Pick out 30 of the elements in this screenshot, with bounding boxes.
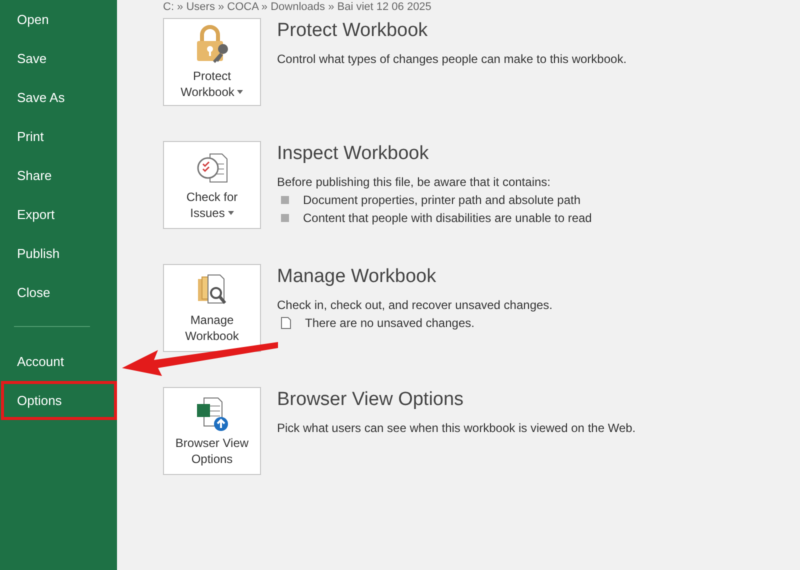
workbook-action-button[interactable]: Manage Workbook <box>163 264 261 352</box>
sidebar-item[interactable]: Account <box>1 342 117 381</box>
workbook-action-button[interactable]: Protect Workbook <box>163 18 261 106</box>
workbook-action-button[interactable]: Check for Issues <box>163 141 261 229</box>
section-title: Browser View Options <box>277 389 465 411</box>
bullet-text: Document properties, printer path and absolute path <box>303 192 581 209</box>
note-text: There are no unsaved changes. <box>305 315 474 332</box>
sidebar-item[interactable]: Options <box>1 381 117 420</box>
section-description: Check in, check out, and recover unsaved changes. <box>277 297 552 314</box>
sidebar-item[interactable]: Share <box>1 156 117 195</box>
document-icon <box>281 317 291 329</box>
section-description: Pick what users can see when this workbook is viewed on the Web. <box>277 420 636 437</box>
sidebar-item[interactable]: Close <box>1 273 117 312</box>
sidebar-item[interactable]: Publish <box>1 234 117 273</box>
sidebar-item[interactable]: Save As <box>1 78 117 117</box>
spreadsheet-upload-icon <box>194 396 230 432</box>
section-description: Before publishing this file, be aware that it contains: <box>277 174 552 191</box>
sidebar-item[interactable]: Save <box>1 39 117 78</box>
section-description: Control what types of changes people can make to this workbook. <box>277 51 627 68</box>
section-title: Manage Workbook <box>277 266 438 288</box>
bullet-text: Content that people with disabilities are unable to read <box>303 210 592 227</box>
sidebar-item[interactable]: Print <box>1 117 117 156</box>
workbook-action-button[interactable]: Browser View Options <box>163 387 261 475</box>
sidebar-item[interactable]: Open <box>1 0 117 39</box>
bullet-icon <box>281 214 289 222</box>
sidebar-item[interactable]: Export <box>1 195 117 234</box>
file-path: C: » Users » COCA » Downloads » Bai viet 12 06 2025 <box>163 0 432 15</box>
bullet-icon <box>281 196 289 204</box>
section-title: Inspect Workbook <box>277 143 430 165</box>
section-title: Protect Workbook <box>277 20 429 42</box>
